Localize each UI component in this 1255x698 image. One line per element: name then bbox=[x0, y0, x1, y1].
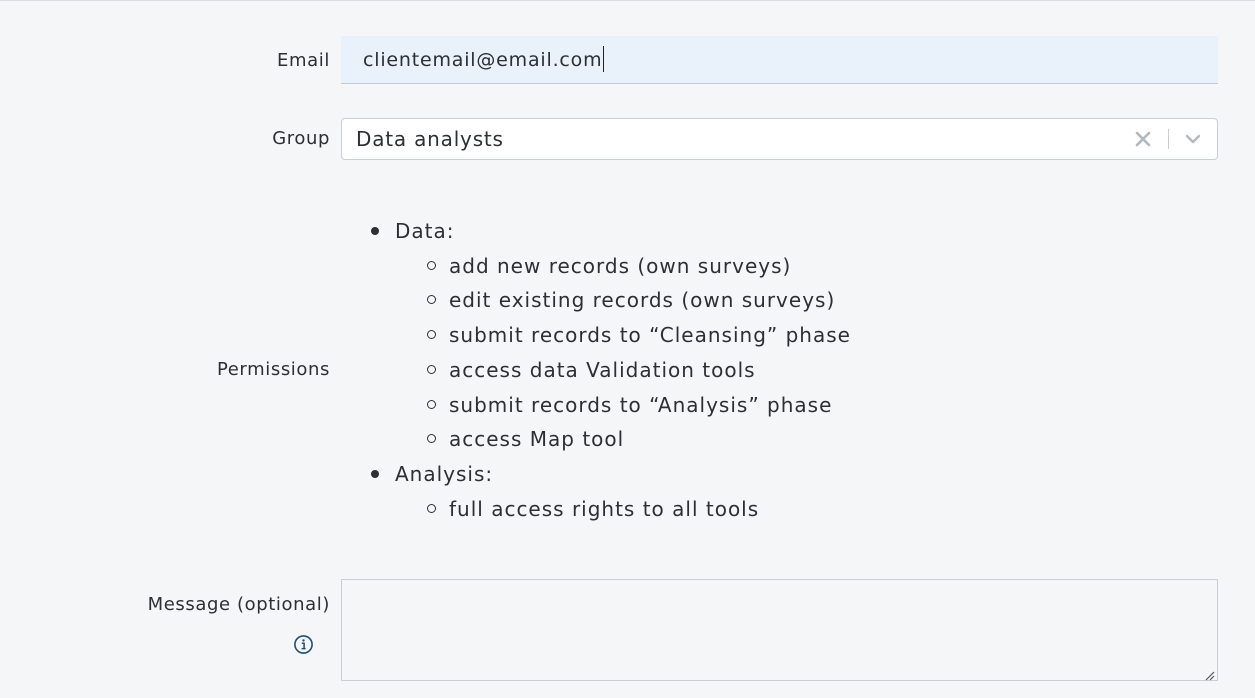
permission-item-text: access Map tool bbox=[449, 427, 625, 452]
permission-item-text: edit existing records (own surveys) bbox=[449, 288, 836, 313]
email-field[interactable]: clientemail@email.com bbox=[341, 36, 1218, 84]
permission-sublist: add new records (own surveys) edit exist… bbox=[395, 249, 851, 457]
bullet-icon bbox=[371, 227, 379, 235]
permission-group-title: Analysis: bbox=[395, 461, 494, 486]
permissions-list: Data: add new records (own surveys) edit… bbox=[371, 214, 851, 527]
permission-item-text: full access rights to all tools bbox=[449, 496, 760, 521]
select-separator bbox=[1168, 129, 1169, 149]
list-item: submit records to “Cleansing” phase bbox=[427, 318, 851, 353]
chevron-down-icon[interactable] bbox=[1182, 128, 1204, 150]
group-label: Group bbox=[272, 128, 330, 149]
list-item: submit records to “Analysis” phase bbox=[427, 388, 851, 423]
circle-bullet-icon bbox=[427, 295, 436, 305]
list-item: access data Validation tools bbox=[427, 353, 851, 388]
list-item: add new records (own surveys) bbox=[427, 249, 851, 284]
permission-item-text: submit records to “Cleansing” phase bbox=[449, 323, 851, 348]
circle-bullet-icon bbox=[427, 364, 436, 374]
permission-group-analysis: Analysis: full access rights to all tool… bbox=[371, 457, 851, 527]
message-textarea[interactable] bbox=[341, 579, 1218, 681]
text-caret bbox=[603, 46, 605, 72]
circle-bullet-icon bbox=[427, 330, 436, 340]
info-icon[interactable] bbox=[293, 634, 314, 655]
permission-group-data: Data: add new records (own surveys) edit… bbox=[371, 214, 851, 457]
bullet-icon bbox=[371, 469, 379, 478]
group-select[interactable]: Data analysts bbox=[341, 118, 1218, 160]
close-icon[interactable] bbox=[1132, 128, 1154, 150]
group-selected-value: Data analysts bbox=[356, 127, 504, 151]
email-label: Email bbox=[277, 50, 330, 71]
circle-bullet-icon bbox=[427, 434, 436, 444]
message-label: Message (optional) bbox=[147, 594, 330, 615]
permission-item-text: submit records to “Analysis” phase bbox=[449, 392, 833, 417]
top-divider bbox=[0, 0, 1255, 1]
circle-bullet-icon bbox=[427, 260, 436, 270]
permission-item-text: add new records (own surveys) bbox=[449, 253, 792, 278]
email-value: clientemail@email.com bbox=[363, 49, 603, 71]
list-item: edit existing records (own surveys) bbox=[427, 283, 851, 318]
list-item: access Map tool bbox=[427, 422, 851, 457]
permission-sublist: full access rights to all tools bbox=[395, 492, 851, 527]
resize-handle-icon[interactable] bbox=[1203, 666, 1215, 681]
permission-item-text: access data Validation tools bbox=[449, 357, 756, 382]
list-item: full access rights to all tools bbox=[427, 492, 851, 527]
permissions-label: Permissions bbox=[216, 359, 330, 380]
circle-bullet-icon bbox=[427, 503, 436, 513]
circle-bullet-icon bbox=[427, 399, 436, 409]
permission-group-title: Data: bbox=[395, 219, 455, 243]
